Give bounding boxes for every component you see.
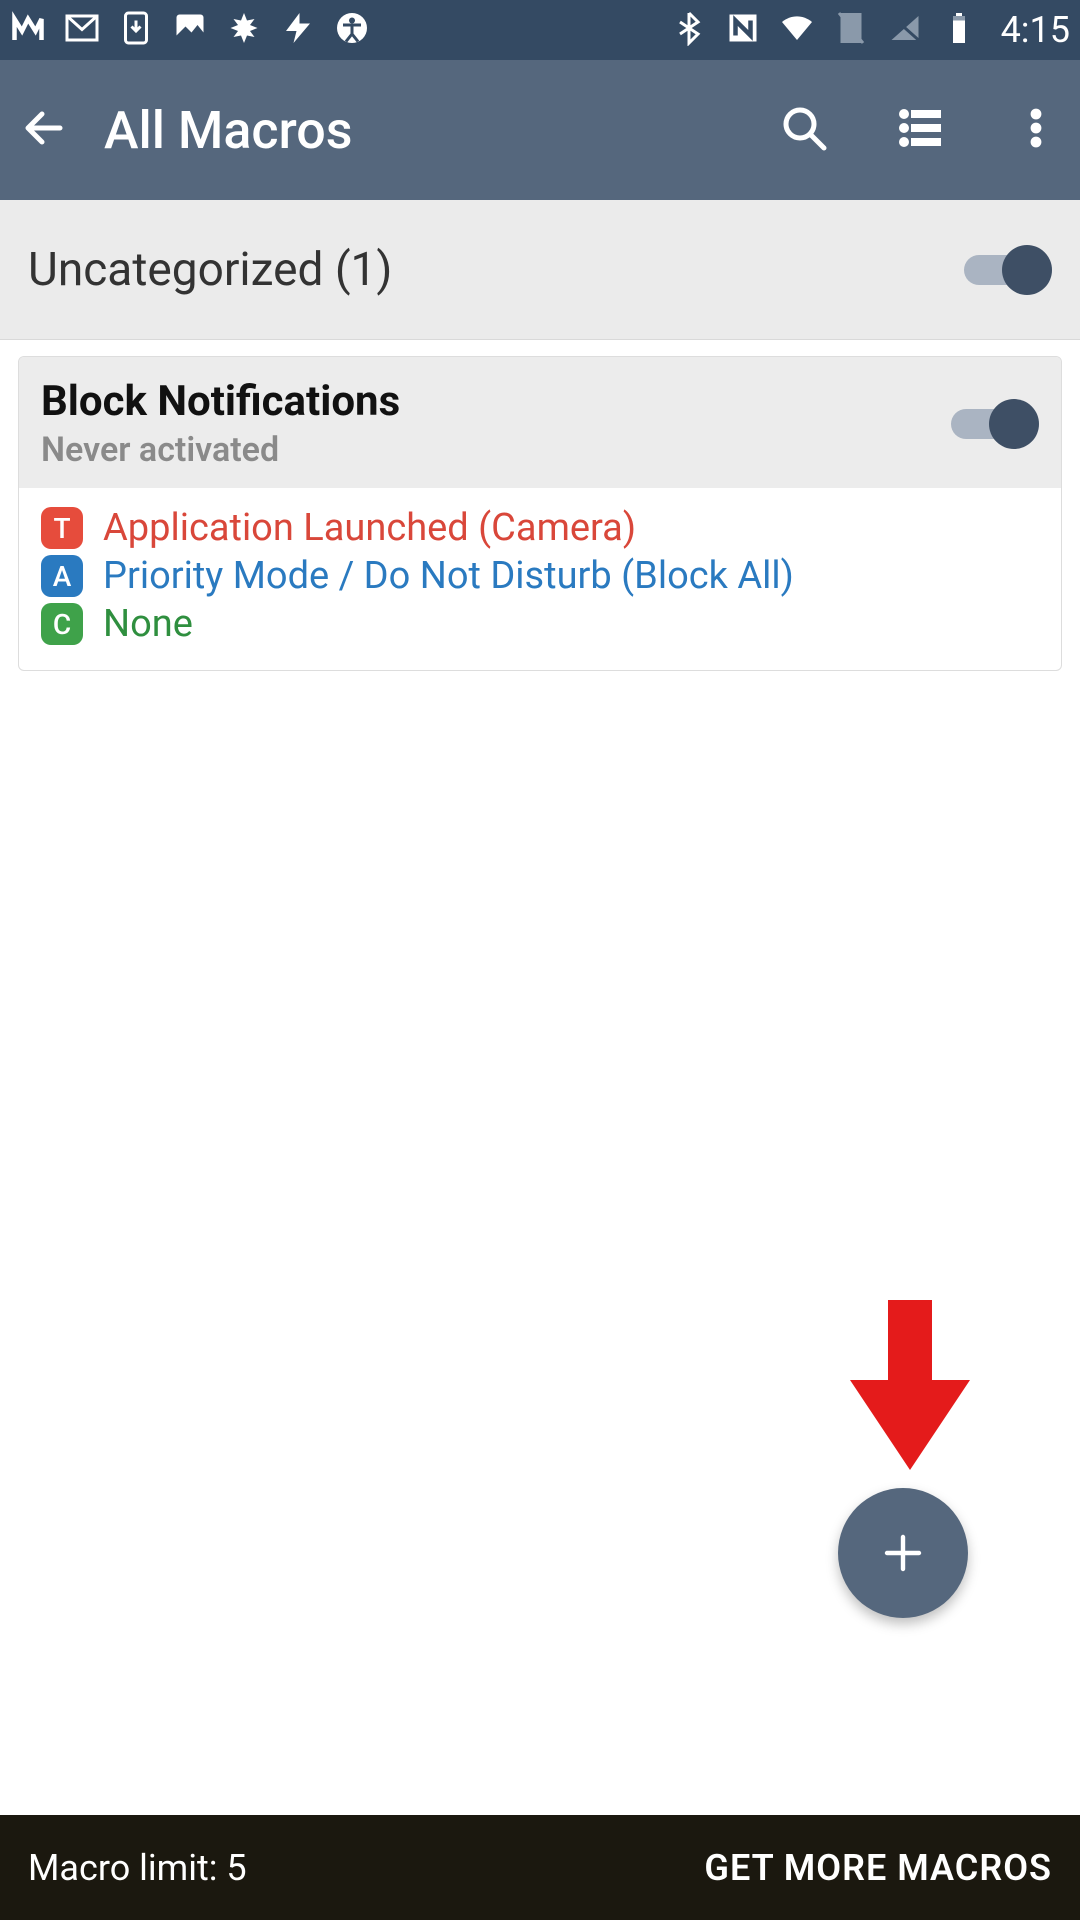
constraint-text: None bbox=[103, 602, 193, 646]
nfc-icon bbox=[725, 10, 761, 50]
constraint-badge-icon: C bbox=[41, 603, 83, 645]
macro-subtitle: Never activated bbox=[41, 430, 951, 470]
search-button[interactable] bbox=[780, 104, 828, 156]
trigger-badge-icon: T bbox=[41, 507, 83, 549]
constraint-row: C None bbox=[41, 602, 1039, 646]
gmail-icon bbox=[64, 10, 100, 50]
trigger-row: T Application Launched (Camera) bbox=[41, 506, 1039, 550]
action-text: Priority Mode / Do Not Disturb (Block Al… bbox=[103, 554, 794, 598]
no-sim-icon bbox=[833, 10, 869, 50]
macro-limit-label: Macro limit: 5 bbox=[28, 1847, 704, 1889]
category-header[interactable]: Uncategorized (1) bbox=[0, 200, 1080, 340]
action-row: A Priority Mode / Do Not Disturb (Block … bbox=[41, 554, 1039, 598]
bottom-bar: Macro limit: 5 GET MORE MACROS bbox=[0, 1815, 1080, 1920]
arrow-indicator-icon bbox=[850, 1300, 970, 1474]
macro-name: Block Notifications bbox=[41, 377, 951, 426]
no-signal-icon bbox=[887, 10, 923, 50]
action-badge-icon: A bbox=[41, 555, 83, 597]
leaf-icon bbox=[226, 10, 262, 50]
add-macro-fab[interactable] bbox=[838, 1488, 968, 1618]
status-bar: 4:15 bbox=[0, 0, 1080, 60]
get-more-macros-button[interactable]: GET MORE MACROS bbox=[704, 1847, 1052, 1889]
bluetooth-icon bbox=[671, 10, 707, 50]
trigger-text: Application Launched (Camera) bbox=[103, 506, 636, 550]
category-label: Uncategorized (1) bbox=[28, 243, 964, 297]
list-view-button[interactable] bbox=[896, 104, 944, 156]
accessibility-icon bbox=[334, 10, 370, 50]
page-title: All Macros bbox=[104, 100, 712, 161]
category-toggle[interactable] bbox=[964, 245, 1052, 295]
status-time: 4:15 bbox=[1001, 9, 1070, 51]
download-icon bbox=[118, 10, 154, 50]
back-button[interactable] bbox=[20, 104, 68, 156]
battery-icon bbox=[941, 10, 977, 50]
app-m-icon bbox=[10, 10, 46, 50]
app-bar: All Macros bbox=[0, 60, 1080, 200]
macro-card[interactable]: Block Notifications Never activated T Ap… bbox=[18, 356, 1062, 671]
macro-toggle[interactable] bbox=[951, 399, 1039, 449]
wifi-icon bbox=[779, 10, 815, 50]
image-icon bbox=[172, 10, 208, 50]
bolt-icon bbox=[280, 10, 316, 50]
overflow-menu-button[interactable] bbox=[1012, 104, 1060, 156]
macro-header: Block Notifications Never activated bbox=[19, 357, 1061, 488]
